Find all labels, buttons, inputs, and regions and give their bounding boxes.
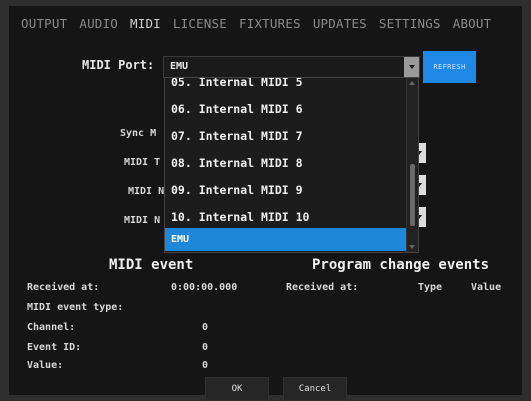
tab-fixtures[interactable]: FIXTURES: [233, 16, 307, 31]
list-item[interactable]: 06. Internal MIDI 6: [165, 97, 407, 120]
scroll-down-icon[interactable]: [409, 245, 415, 249]
received-at-value: 0:00:00.000: [171, 282, 238, 293]
list-item[interactable]: 10. Internal MIDI 10: [165, 205, 407, 228]
received-at-label: Received at:: [27, 282, 100, 293]
ok-button[interactable]: OK: [205, 377, 269, 401]
channel-label: Channel:: [27, 322, 76, 333]
list-item[interactable]: 05. Internal MIDI 5: [165, 78, 407, 93]
tab-updates[interactable]: UPDATES: [307, 16, 373, 31]
tab-audio[interactable]: AUDIO: [73, 16, 124, 31]
dropdown-scrollbar[interactable]: [406, 78, 418, 252]
tab-bar: OUTPUT AUDIO MIDI LICENSE FIXTURES UPDAT…: [9, 6, 522, 40]
midi-settings-dialog: OUTPUT AUDIO MIDI LICENSE FIXTURES UPDAT…: [9, 6, 522, 401]
tab-output[interactable]: OUTPUT: [15, 16, 73, 31]
list-item[interactable]: 07. Internal MIDI 7: [165, 124, 407, 147]
tab-settings[interactable]: SETTINGS: [373, 16, 447, 31]
tab-license[interactable]: LICENSE: [167, 16, 233, 31]
sync-mode-label: Sync M: [120, 128, 157, 139]
value-label: Value:: [27, 360, 64, 371]
list-item[interactable]: 08. Internal MIDI 8: [165, 151, 407, 174]
midi-port-value: EMU: [170, 61, 189, 72]
event-id-value: 0: [202, 342, 209, 353]
midi-event-type-label: MIDI event type:: [27, 302, 124, 313]
refresh-button[interactable]: REFRESH: [423, 51, 476, 83]
event-id-label: Event ID:: [27, 342, 82, 353]
pc-value-column: Value: [471, 282, 502, 293]
scrollbar-thumb[interactable]: [410, 164, 415, 226]
midi-event-title: MIDI event: [109, 257, 194, 273]
midi-type-label: MIDI T: [124, 157, 161, 168]
tab-about[interactable]: ABOUT: [447, 16, 498, 31]
value-value: 0: [202, 360, 209, 371]
list-item[interactable]: 09. Internal MIDI 9: [165, 178, 407, 201]
midi-port-label: MIDI Port:: [82, 58, 155, 72]
scroll-up-icon[interactable]: [409, 81, 415, 85]
midi-n-label-2: MIDI N: [124, 215, 161, 226]
pc-type-column: Type: [418, 282, 443, 293]
pc-received-at-label: Received at:: [286, 282, 359, 293]
program-change-title: Program change events: [312, 257, 490, 273]
midi-n-label-1: MIDI N: [128, 186, 165, 197]
channel-value: 0: [202, 322, 209, 333]
cancel-button[interactable]: Cancel: [283, 377, 347, 401]
chevron-down-icon[interactable]: [404, 57, 419, 77]
list-item-selected[interactable]: EMU: [165, 228, 408, 251]
midi-port-select[interactable]: EMU: [163, 56, 420, 78]
midi-port-dropdown-list[interactable]: 05. Internal MIDI 5 06. Internal MIDI 6 …: [164, 77, 419, 253]
tab-midi[interactable]: MIDI: [124, 16, 167, 31]
